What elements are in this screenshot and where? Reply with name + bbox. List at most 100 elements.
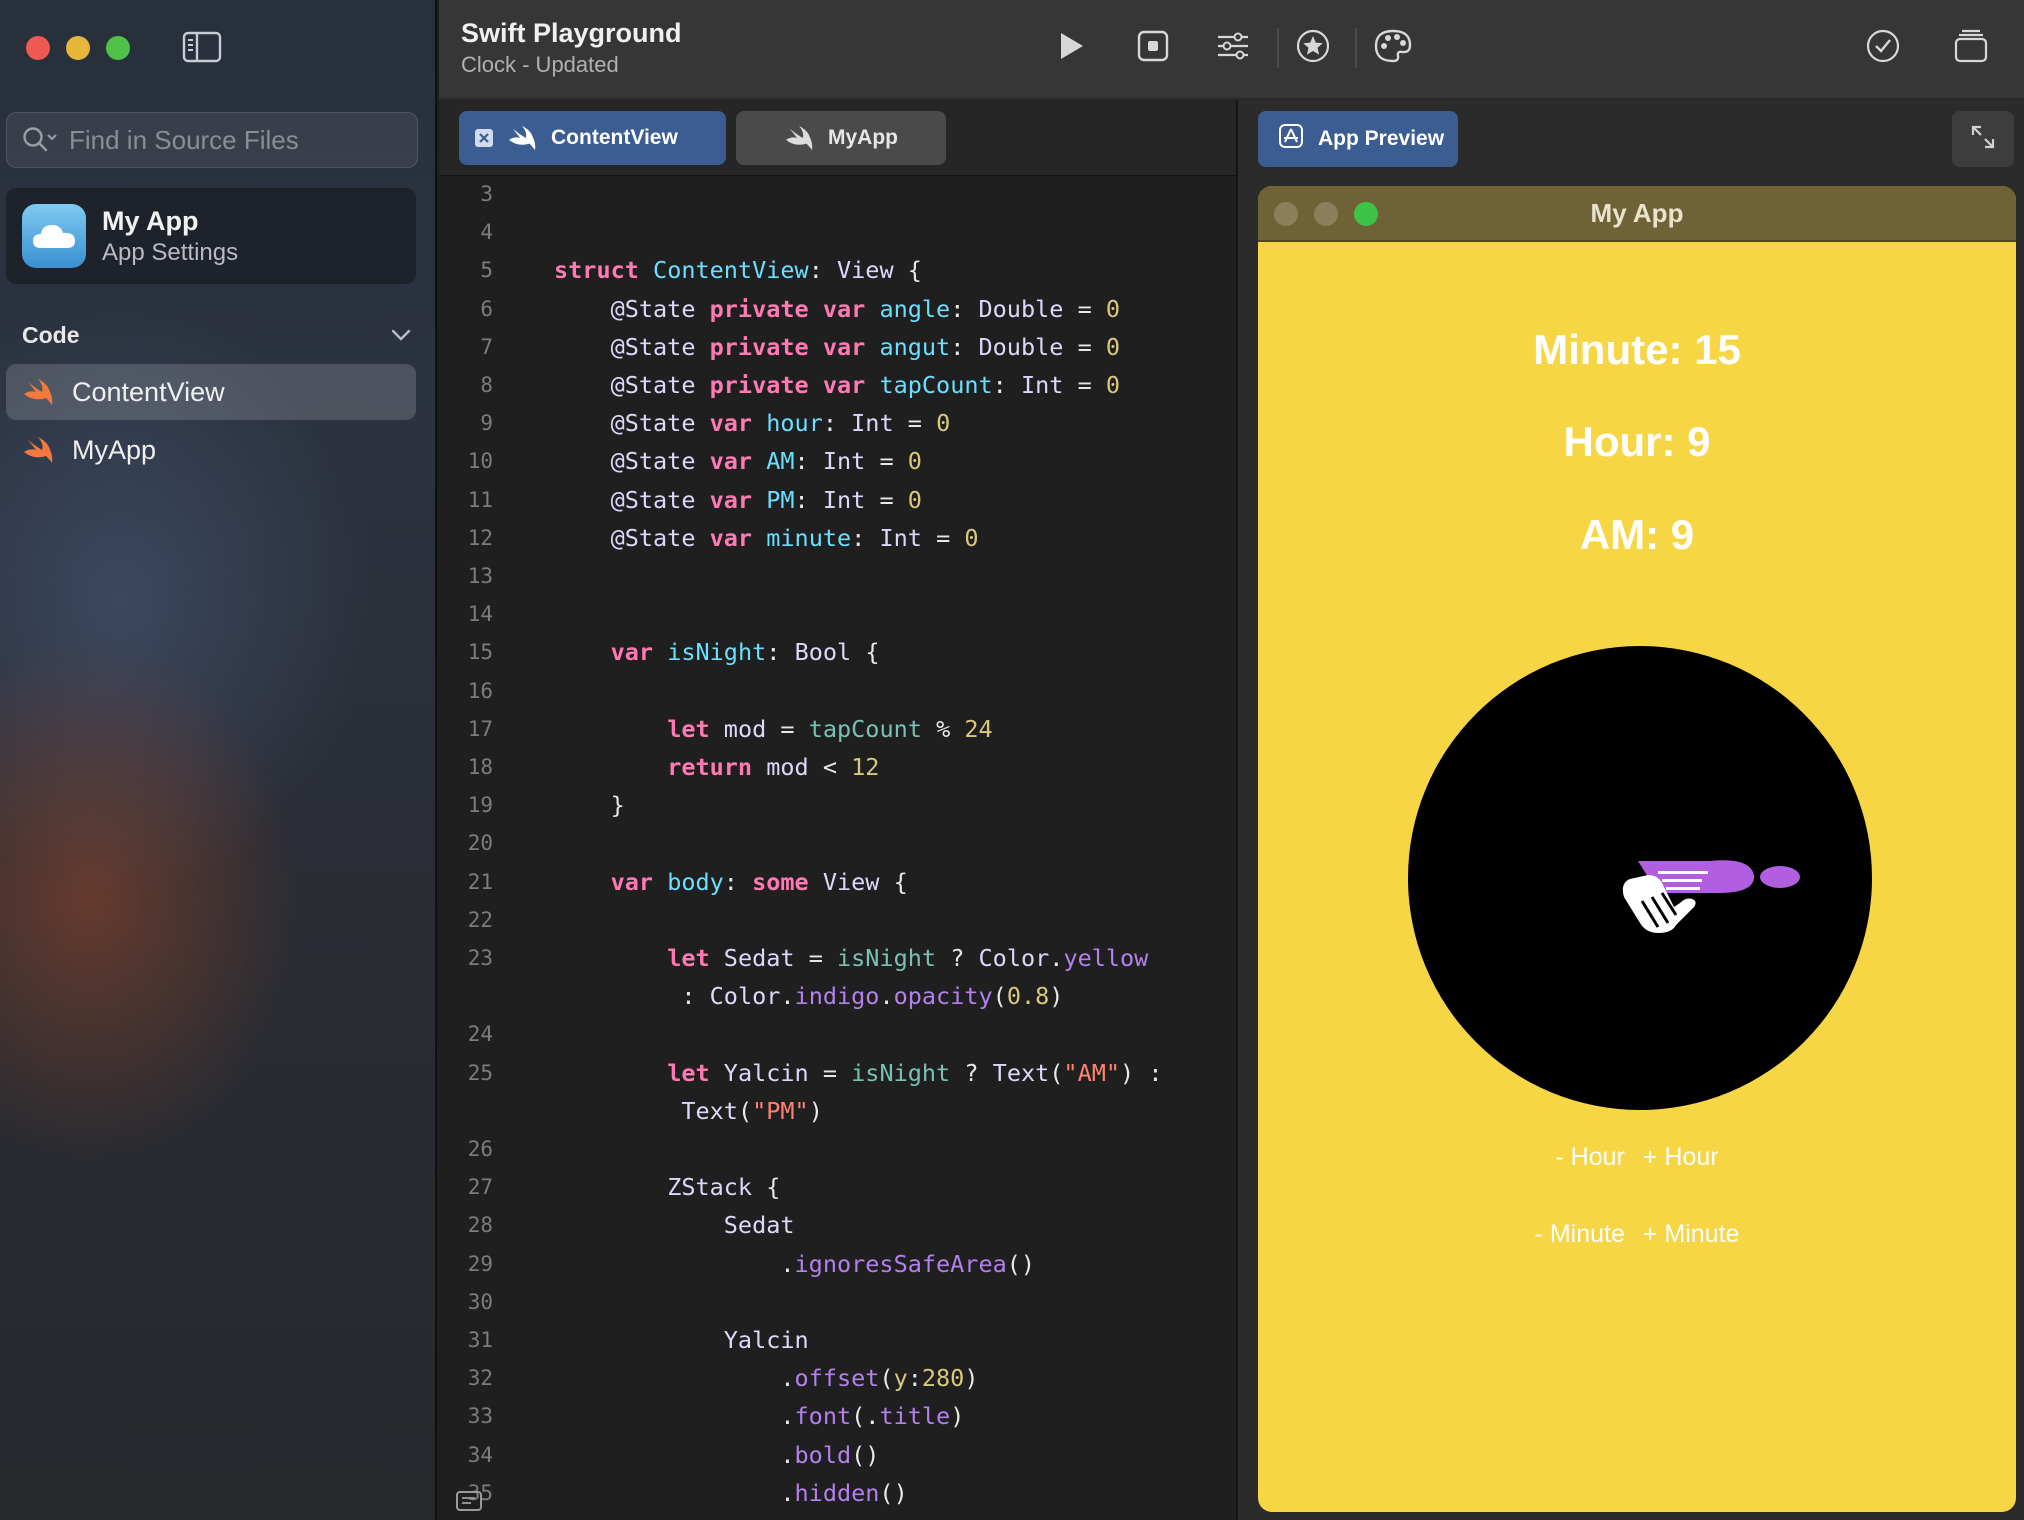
- line-number: 26: [467, 1137, 493, 1161]
- preview-minimize-button[interactable]: [1314, 202, 1338, 226]
- close-window-button[interactable]: [26, 36, 50, 60]
- minimize-window-button[interactable]: [66, 36, 90, 60]
- search-field[interactable]: [6, 112, 418, 168]
- code-text: }: [610, 791, 625, 820]
- favorites-button[interactable]: [1291, 26, 1335, 70]
- decrement-hour-button[interactable]: - Hour: [1555, 1143, 1624, 1172]
- close-tab-icon[interactable]: [475, 129, 493, 147]
- chevron-down-icon[interactable]: [390, 328, 412, 342]
- preview-zoom-button[interactable]: [1354, 202, 1378, 226]
- code-line: 31 Yalcin: [439, 1321, 1236, 1359]
- expand-arrows-icon: [1969, 123, 1997, 156]
- windows-icon: [1953, 28, 1989, 69]
- code-line: 6 @State private var angle: Double = 0: [439, 290, 1236, 328]
- expand-button[interactable]: [1952, 111, 2014, 167]
- line-number: 19: [467, 793, 493, 818]
- tab-app-preview[interactable]: App Preview: [1258, 111, 1458, 167]
- code-line: 32 .offset(y:280): [439, 1359, 1236, 1397]
- minute-label: Minute: 15: [1533, 326, 1741, 373]
- line-number: 14: [467, 602, 493, 627]
- settings-button[interactable]: [1211, 26, 1255, 70]
- sidebar-item-myapp[interactable]: MyApp: [6, 422, 416, 478]
- line-number: 8: [480, 373, 493, 397]
- preview-close-button[interactable]: [1274, 202, 1298, 226]
- code-text: let Yalcin = isNight ? Text("AM") :: [667, 1058, 1163, 1087]
- code-line: 22: [439, 901, 1236, 939]
- code-line: 7 @State private var angut: Double = 0: [439, 328, 1236, 366]
- tab-label: App Preview: [1318, 127, 1445, 150]
- line-number: 11: [467, 487, 493, 512]
- app-settings-label: App Settings: [102, 238, 239, 266]
- tab-myapp[interactable]: MyApp: [736, 111, 946, 165]
- line-number: 20: [467, 831, 493, 856]
- code-text: .bold(): [780, 1440, 880, 1469]
- line-number: 30: [467, 1289, 493, 1314]
- code-line: 35 .hidden(): [439, 1474, 1236, 1512]
- code-line: 8 @State private var tapCount: Int = 0: [439, 366, 1236, 404]
- sidebar-toggle-icon[interactable]: [182, 30, 222, 64]
- code-text: .ignoresSafeArea(): [780, 1249, 1036, 1278]
- app-settings-item[interactable]: My App App Settings: [6, 188, 416, 284]
- line-number: 23: [467, 946, 493, 970]
- code-text: .hidden(): [780, 1478, 908, 1507]
- code-text: @State private var angle: Double = 0: [610, 294, 1121, 323]
- sidebar-item-contentview[interactable]: ContentView: [6, 364, 416, 420]
- code-line: : Color.indigo.opacity(0.8): [439, 977, 1236, 1015]
- palette-button[interactable]: [1371, 26, 1415, 70]
- project-subtitle: Clock - Updated: [461, 52, 619, 77]
- line-number: 6: [480, 296, 493, 321]
- code-line: 24: [439, 1015, 1236, 1053]
- code-line: 9 @State var hour: Int = 0: [439, 404, 1236, 442]
- decrement-minute-button[interactable]: - Minute: [1535, 1220, 1625, 1249]
- preview-window-titlebar: My App: [1258, 186, 2016, 242]
- line-number: 13: [467, 564, 493, 588]
- line-number: 5: [480, 258, 493, 283]
- swift-icon: [22, 436, 54, 464]
- code-line: 17 let mod = tapCount % 24: [439, 710, 1236, 748]
- tab-contentview[interactable]: ContentView: [459, 111, 726, 165]
- tab-label: MyApp: [828, 126, 898, 149]
- code-section-header[interactable]: Code: [22, 320, 412, 350]
- code-line: Text("PM"): [439, 1092, 1236, 1130]
- line-number: 4: [480, 220, 493, 245]
- code-line: 13: [439, 557, 1236, 595]
- code-line: 18 return mod < 12: [439, 748, 1236, 786]
- stop-record-button[interactable]: [1131, 26, 1175, 70]
- code-text: : Color.indigo.opacity(0.8): [681, 982, 1064, 1011]
- line-number: 21: [467, 869, 493, 894]
- increment-hour-button[interactable]: + Hour: [1643, 1143, 1719, 1172]
- line-number: 24: [467, 1022, 493, 1047]
- swift-icon: [507, 125, 537, 151]
- code-text: .font(.title): [780, 1402, 965, 1431]
- code-text: let mod = tapCount % 24: [667, 714, 993, 743]
- play-icon: [1056, 30, 1086, 67]
- toolbar: Swift Playground Clock - Updated: [439, 0, 2024, 100]
- code-editor: ContentView MyApp 3 4 5 struct ContentView:…: [439, 100, 1236, 1520]
- project-title: Swift Playground: [461, 18, 682, 48]
- code-section-label: Code: [22, 321, 80, 348]
- line-number: 32: [467, 1366, 493, 1391]
- code-text: @State var hour: Int = 0: [610, 409, 951, 438]
- line-number: 12: [467, 525, 493, 550]
- code-text: ZStack {: [667, 1173, 781, 1202]
- check-button[interactable]: [1861, 26, 1905, 70]
- code-text: let Sedat = isNight ? Color.yellow: [667, 944, 1149, 972]
- increment-minute-button[interactable]: + Minute: [1643, 1220, 1740, 1249]
- search-input[interactable]: [69, 124, 389, 156]
- zoom-window-button[interactable]: [106, 36, 130, 60]
- code-text-area[interactable]: 3 4 5 struct ContentView: View {6 @State pr…: [439, 176, 1236, 1520]
- code-line: 19 }: [439, 786, 1236, 824]
- swift-icon: [22, 378, 54, 406]
- code-line: 20: [439, 824, 1236, 862]
- line-number: 16: [467, 678, 493, 703]
- line-number: 27: [467, 1175, 493, 1200]
- file-label: ContentView: [72, 376, 225, 407]
- play-button[interactable]: [1049, 26, 1093, 70]
- code-line: 25 let Yalcin = isNight ? Text("AM") :: [439, 1054, 1236, 1092]
- app-preview-window: My App Minute: 15 Hour: 9 AM: 9 - Hour +…: [1258, 186, 2016, 1512]
- line-number: 33: [467, 1404, 493, 1429]
- console-icon[interactable]: [455, 1490, 483, 1512]
- window-controls: [26, 36, 130, 60]
- toolbar-divider: [1355, 28, 1357, 68]
- windows-button[interactable]: [1949, 26, 1993, 70]
